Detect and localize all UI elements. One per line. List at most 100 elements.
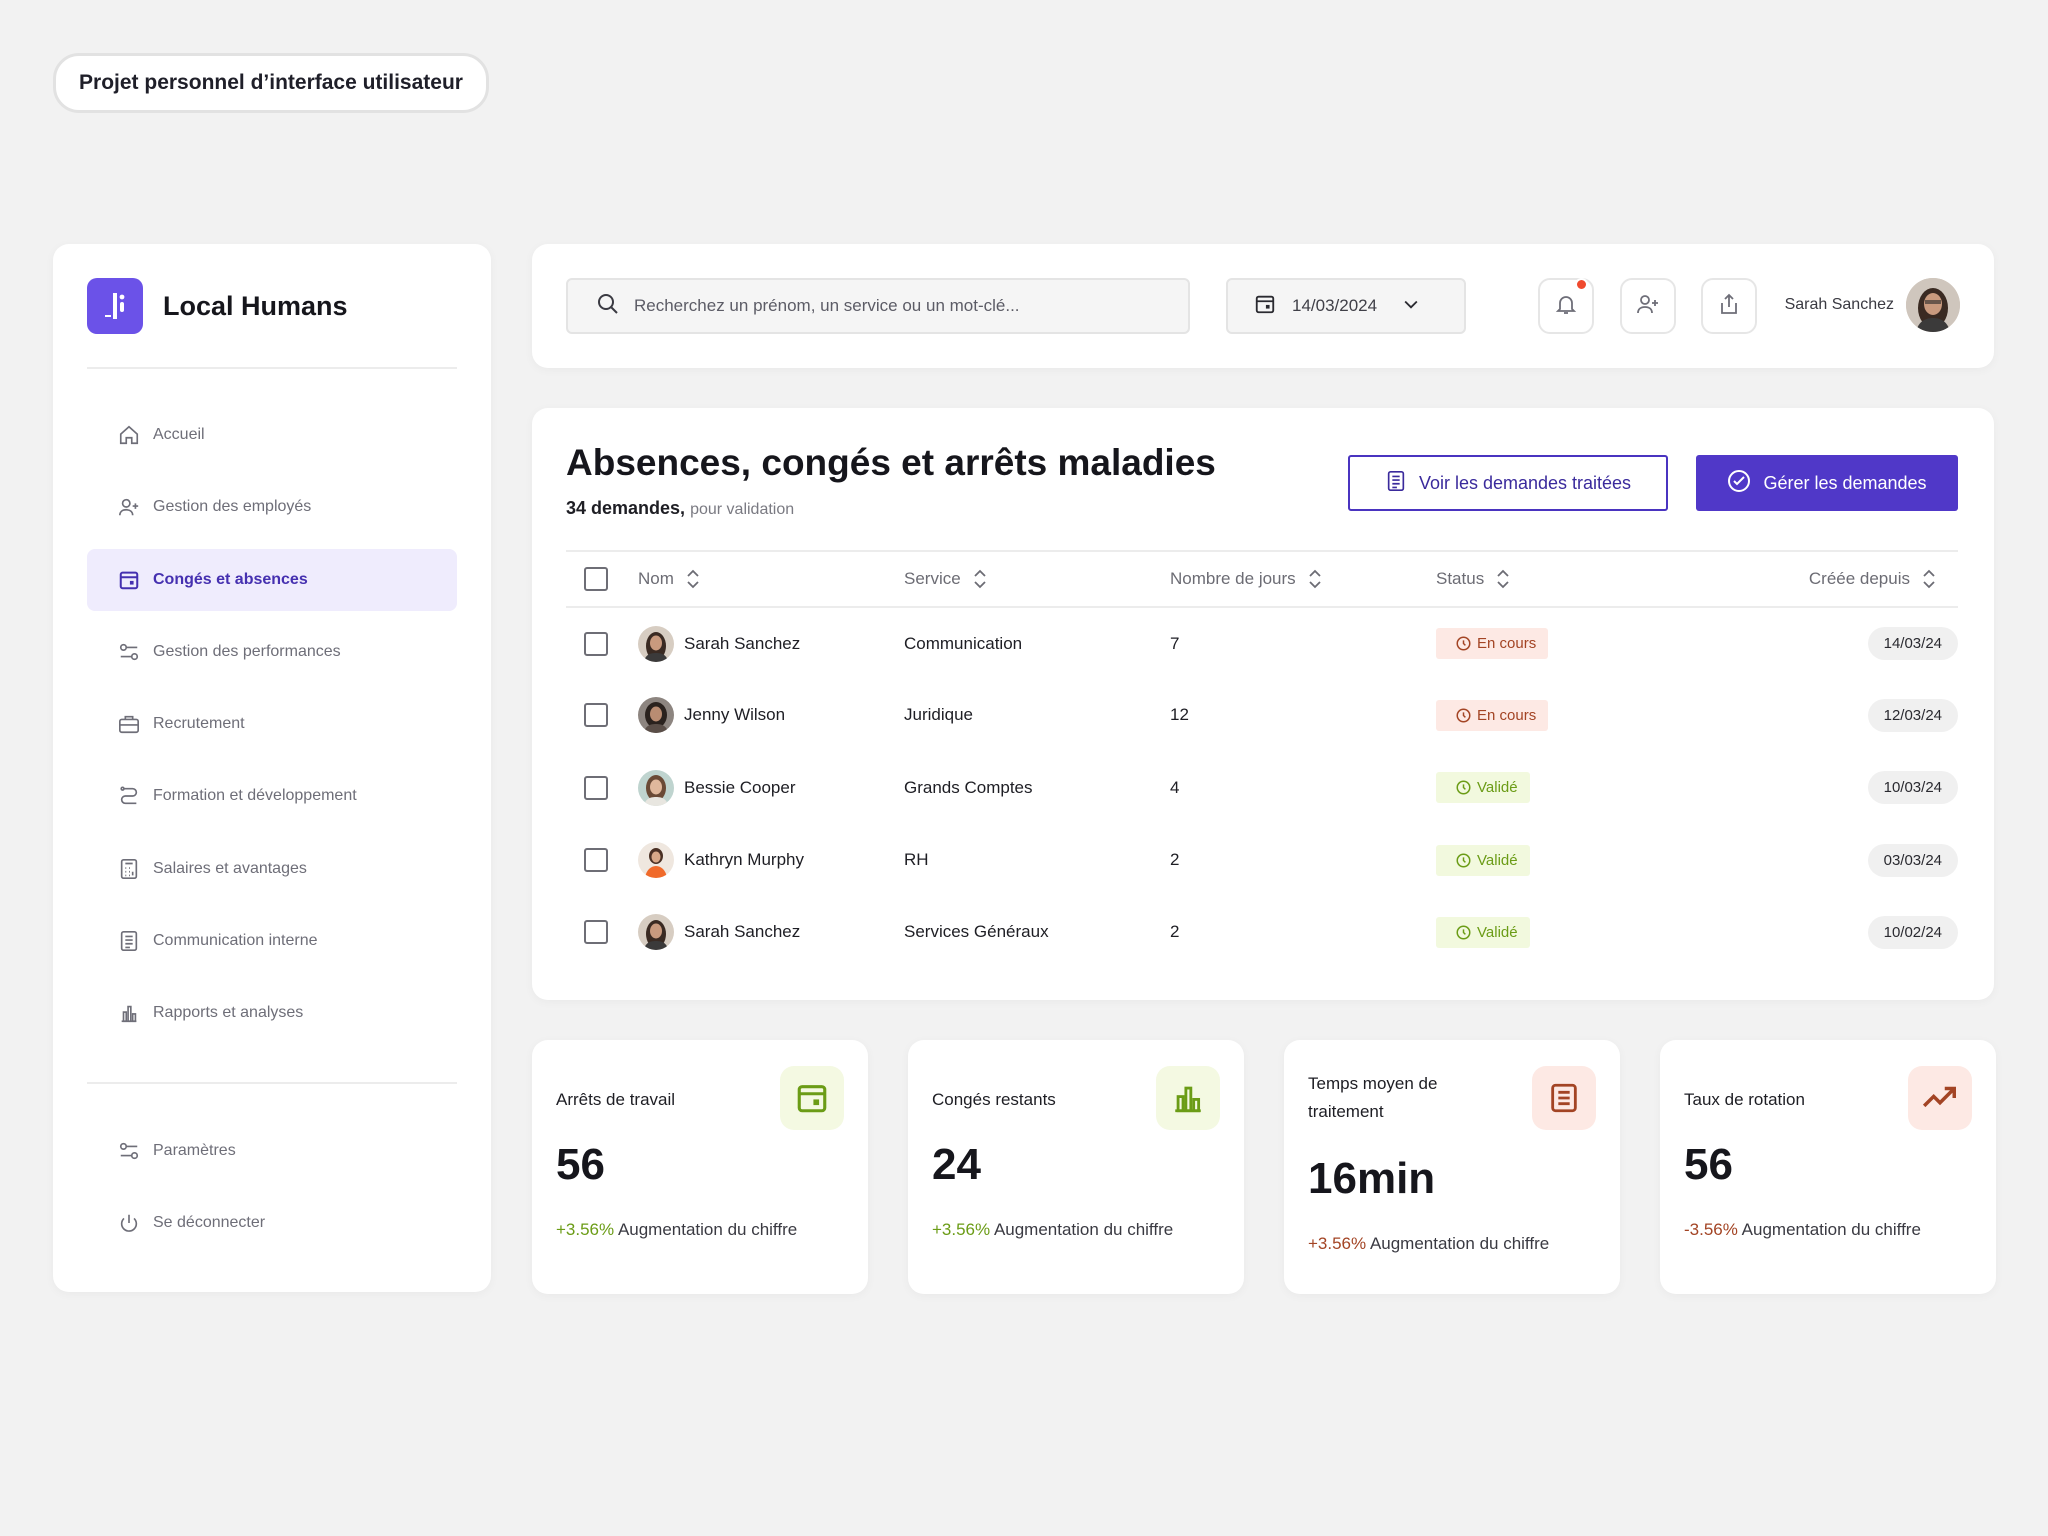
home-icon <box>117 423 141 447</box>
manage-requests-button[interactable]: Gérer les demandes <box>1696 455 1958 511</box>
check-circle-icon <box>1727 469 1763 498</box>
button-label: Voir les demandes traitées <box>1418 472 1632 493</box>
add-user-button[interactable] <box>1620 278 1676 334</box>
row-days: 7 <box>1170 633 1180 653</box>
nav-item-rapports[interactable]: Rapports et analyses <box>87 982 457 1044</box>
column-header-days[interactable]: Nombre de jours <box>1170 551 1436 607</box>
search-box[interactable] <box>566 278 1190 334</box>
kpi-label: Congés restants <box>932 1090 1056 1109</box>
kpi-value: 56 <box>556 1140 605 1189</box>
row-name: Sarah Sanchez <box>684 633 801 653</box>
date-pill: 10/03/24 <box>1867 771 1958 805</box>
row-name: Jenny Wilson <box>684 705 786 725</box>
briefcase-icon <box>117 712 141 736</box>
column-header-service[interactable]: Service <box>904 551 1170 607</box>
nav-item-parametres[interactable]: Paramètres <box>87 1120 457 1182</box>
date-pill: 03/03/24 <box>1867 843 1958 877</box>
nav-item-salaires[interactable]: Salaires et avantages <box>87 838 457 900</box>
date-picker[interactable]: 14/03/2024 <box>1226 278 1466 334</box>
status-badge: En cours <box>1436 699 1549 731</box>
nav-label: Salaires et avantages <box>153 859 307 877</box>
document-icon <box>117 929 141 953</box>
nav-item-employes[interactable]: Gestion des employés <box>87 476 457 538</box>
kpi-card-temps: Temps moyen de traitement 16min +3.56% A… <box>1284 1040 1620 1294</box>
nav-item-recrutement[interactable]: Recrutement <box>87 693 457 755</box>
calendar-icon <box>1254 293 1276 320</box>
row-service: RH <box>904 850 929 870</box>
trend-up-icon <box>1908 1066 1972 1130</box>
divider <box>87 1082 457 1084</box>
status-badge: Validé <box>1436 772 1530 804</box>
avatar <box>1906 278 1960 332</box>
nav-item-performances[interactable]: Gestion des performances <box>87 621 457 683</box>
date-value: 14/03/2024 <box>1292 296 1378 315</box>
nav-item-formation[interactable]: Formation et développement <box>87 765 457 827</box>
kpi-card-rotation: Taux de rotation 56 -3.56% Augmentation … <box>1660 1040 1996 1294</box>
logo-icon <box>87 278 143 334</box>
row-days: 2 <box>1170 850 1180 870</box>
column-header-status[interactable]: Status <box>1436 551 1702 607</box>
column-header-name[interactable]: Nom <box>638 551 904 607</box>
document-icon <box>1385 470 1419 497</box>
search-icon <box>596 292 620 321</box>
search-input[interactable] <box>634 296 1154 316</box>
nav-label: Recrutement <box>153 715 245 733</box>
table-row[interactable]: Jenny Wilson Juridique 12 En cours 12/03… <box>566 679 1958 751</box>
count-value: 34 demandes, <box>566 498 686 518</box>
nav-label: Se déconnecter <box>153 1214 266 1232</box>
sort-icon <box>974 569 986 589</box>
nav-item-communication[interactable]: Communication interne <box>87 910 457 972</box>
button-label: Gérer les demandes <box>1763 472 1927 493</box>
status-badge: Validé <box>1436 844 1530 876</box>
sort-icon <box>1497 569 1509 589</box>
nav-label: Rapports et analyses <box>153 1004 304 1022</box>
view-processed-button[interactable]: Voir les demandes traitées <box>1348 455 1668 511</box>
kpi-value: 16min <box>1308 1154 1436 1203</box>
row-days: 2 <box>1170 922 1180 942</box>
brand-name: Local Humans <box>163 290 348 321</box>
share-button[interactable] <box>1701 278 1757 334</box>
avatar <box>638 769 674 806</box>
kpi-label: Arrêts de travail <box>556 1090 676 1109</box>
nav-label: Gestion des employés <box>153 498 312 516</box>
status-badge: Validé <box>1436 916 1530 948</box>
share-icon <box>1717 292 1741 321</box>
row-checkbox[interactable] <box>584 920 608 945</box>
nav-main: Accueil Gestion des employés Congés et a… <box>87 404 457 1055</box>
row-checkbox[interactable] <box>584 848 608 873</box>
nav-item-logout[interactable]: Se déconnecter <box>87 1192 457 1254</box>
avatar <box>638 625 674 662</box>
nav-item-conges[interactable]: Congés et absences <box>87 548 457 611</box>
select-all-checkbox[interactable] <box>584 567 608 591</box>
clock-icon <box>1456 636 1471 651</box>
row-checkbox[interactable] <box>584 703 608 728</box>
brand[interactable]: Local Humans <box>87 278 348 334</box>
user-menu[interactable]: Sarah Sanchez <box>1785 278 1960 332</box>
kpi-card-arrets: Arrêts de travail 56 +3.56% Augmentation… <box>532 1040 868 1294</box>
sort-icon <box>1923 569 1935 589</box>
project-tag: Projet personnel d’interface utilisateur <box>53 53 489 113</box>
clock-icon <box>1456 925 1471 940</box>
table-row[interactable]: Sarah Sanchez Services Généraux 2 Validé… <box>566 896 1958 968</box>
sort-icon <box>687 569 699 589</box>
table-row[interactable]: Bessie Cooper Grands Comptes 4 Validé 10… <box>566 752 1958 824</box>
notifications-button[interactable] <box>1538 278 1594 334</box>
row-checkbox[interactable] <box>584 631 608 656</box>
nav-item-accueil[interactable]: Accueil <box>87 404 457 466</box>
avatar <box>638 842 674 879</box>
topbar: 14/03/2024 Sarah Sanchez <box>532 244 1994 368</box>
row-checkbox[interactable] <box>584 775 608 800</box>
kpi-value: 24 <box>932 1140 981 1189</box>
chevron-down-icon <box>1401 294 1421 319</box>
row-service: Services Généraux <box>904 922 1049 942</box>
row-days: 12 <box>1170 705 1189 725</box>
date-pill: 12/03/24 <box>1867 698 1958 732</box>
requests-table: Nom Service Nombre de jours Status Créée… <box>566 550 1958 968</box>
column-header-created[interactable]: Créée depuis <box>1702 551 1958 607</box>
requests-count: 34 demandes, pour validation <box>566 498 794 519</box>
table-row[interactable]: Kathryn Murphy RH 2 Validé 03/03/24 <box>566 824 1958 896</box>
nav-label: Congés et absences <box>153 570 308 588</box>
avatar <box>638 914 674 951</box>
table-row[interactable]: Sarah Sanchez Communication 7 En cours 1… <box>566 607 1958 679</box>
nav-footer: Paramètres Se déconnecter <box>87 1120 457 1265</box>
